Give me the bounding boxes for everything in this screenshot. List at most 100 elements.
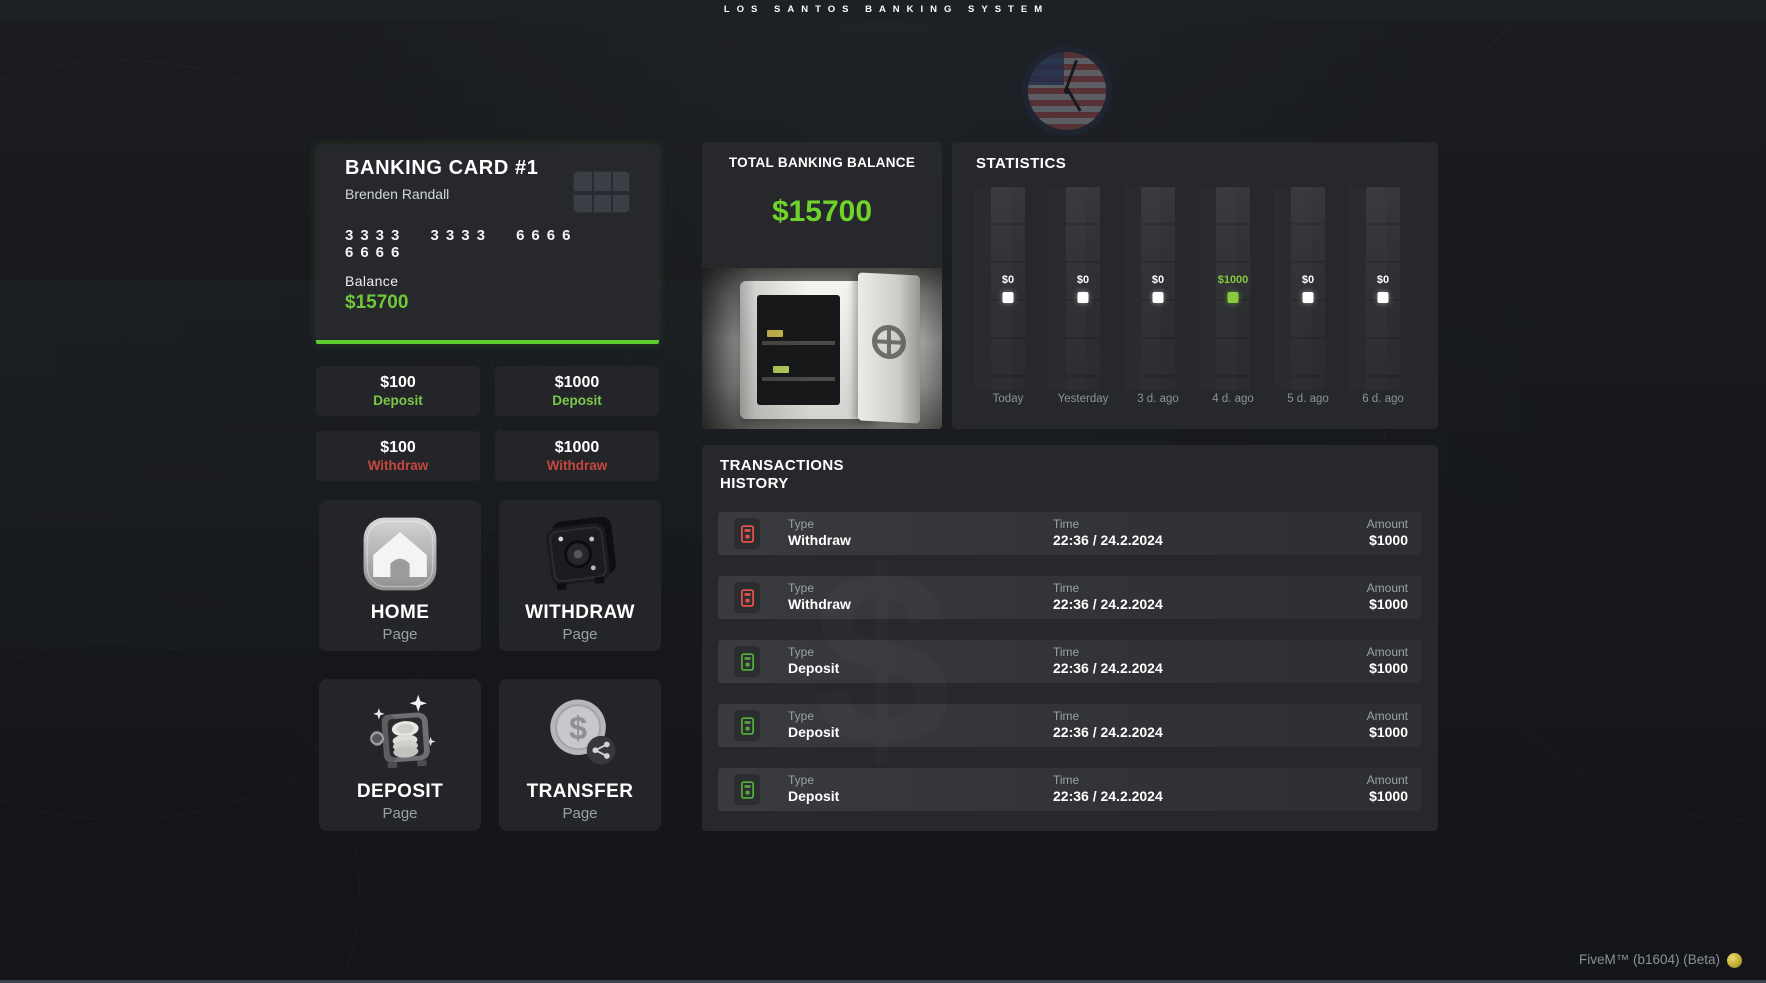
stat-marker bbox=[1378, 292, 1389, 303]
amount-value: $1000 bbox=[1369, 724, 1408, 740]
type-value: Deposit bbox=[788, 660, 839, 676]
stat-marker bbox=[1003, 292, 1014, 303]
nav-transfer-card[interactable]: $ TRANSFER Page bbox=[499, 679, 661, 831]
stat-category-label: Yesterday bbox=[1058, 393, 1109, 405]
stat-value-label: $0 bbox=[1077, 274, 1089, 286]
stat-marker bbox=[1078, 292, 1089, 303]
home-icon bbox=[354, 508, 446, 600]
time-value: 22:36 / 24.2.2024 bbox=[1053, 788, 1163, 804]
withdraw-1000-button[interactable]: $1000 Withdraw bbox=[495, 431, 659, 481]
card-balance-value: $15700 bbox=[345, 292, 408, 314]
fivem-emoji-icon bbox=[1727, 953, 1742, 968]
nav-home-card[interactable]: HOME Page bbox=[319, 500, 481, 651]
transactions-title: TRANSACTIONS HISTORY bbox=[720, 457, 844, 493]
safe-closed-icon bbox=[534, 508, 626, 600]
stat-value-label: $0 bbox=[1002, 274, 1014, 286]
amount-value: $1000 bbox=[1369, 532, 1408, 548]
wall-clock-decoration bbox=[1022, 46, 1112, 136]
stat-bar-track bbox=[1366, 187, 1400, 390]
amount-label: Amount bbox=[1367, 581, 1408, 595]
amount-value: $1000 bbox=[1369, 660, 1408, 676]
type-value: Withdraw bbox=[788, 596, 851, 612]
stat-bar-track bbox=[1216, 187, 1250, 390]
stat-marker bbox=[1228, 292, 1239, 303]
withdraw-atm-icon bbox=[734, 582, 760, 613]
transaction-row: TypeDeposit Time22:36 / 24.2.2024 Amount… bbox=[718, 640, 1422, 683]
nav-title: WITHDRAW bbox=[499, 602, 661, 624]
button-action-label: Deposit bbox=[373, 393, 423, 408]
time-value: 22:36 / 24.2.2024 bbox=[1053, 532, 1163, 548]
app-title: LOS SANTOS BANKING SYSTEM bbox=[717, 4, 1049, 15]
transaction-row: TypeDeposit Time22:36 / 24.2.2024 Amount… bbox=[718, 704, 1422, 747]
time-value: 22:36 / 24.2.2024 bbox=[1053, 724, 1163, 740]
stat-column-6d-ago: $0 6 d. ago bbox=[1366, 187, 1400, 417]
card-number: 3333 3333 6666 6666 bbox=[345, 227, 659, 261]
stat-marker bbox=[1303, 292, 1314, 303]
nav-withdraw-card[interactable]: WITHDRAW Page bbox=[499, 500, 661, 651]
time-label: Time bbox=[1053, 773, 1163, 787]
type-label: Type bbox=[788, 709, 839, 723]
stat-bar-track bbox=[991, 187, 1025, 390]
total-balance-panel: TOTAL BANKING BALANCE $15700 bbox=[702, 142, 942, 429]
stat-value-label: $0 bbox=[1377, 274, 1389, 286]
withdraw-atm-icon bbox=[734, 518, 760, 549]
stat-category-label: 4 d. ago bbox=[1212, 393, 1254, 405]
total-balance-amount: $15700 bbox=[702, 195, 942, 229]
type-label: Type bbox=[788, 773, 839, 787]
fivem-watermark: FiveM™ (b1604) (Beta) bbox=[1579, 952, 1720, 967]
withdraw-100-button[interactable]: $100 Withdraw bbox=[316, 431, 480, 481]
time-label: Time bbox=[1053, 517, 1163, 531]
statistics-panel: STATISTICS $0 Today $0 Yesterday $0 3 d.… bbox=[952, 142, 1438, 429]
vault-wheel-handle bbox=[872, 325, 906, 361]
deposit-1000-button[interactable]: $1000 Deposit bbox=[495, 366, 659, 416]
clock-center-pin bbox=[1064, 88, 1070, 94]
nav-title: DEPOSIT bbox=[319, 781, 481, 803]
chart-background-bands bbox=[974, 187, 1416, 390]
button-amount: $1000 bbox=[555, 439, 600, 457]
deposit-atm-icon bbox=[734, 774, 760, 805]
time-value: 22:36 / 24.2.2024 bbox=[1053, 596, 1163, 612]
transaction-row: TypeWithdraw Time22:36 / 24.2.2024 Amoun… bbox=[718, 576, 1422, 619]
stat-category-label: 5 d. ago bbox=[1287, 393, 1329, 405]
button-action-label: Withdraw bbox=[368, 458, 429, 473]
deposit-atm-icon bbox=[734, 710, 760, 741]
amount-label: Amount bbox=[1367, 645, 1408, 659]
amount-value: $1000 bbox=[1369, 788, 1408, 804]
button-action-label: Withdraw bbox=[547, 458, 608, 473]
stat-marker bbox=[1153, 292, 1164, 303]
time-label: Time bbox=[1053, 645, 1163, 659]
banking-app-screen: LOS SANTOS BANKING SYSTEM BANKING CARD #… bbox=[0, 0, 1766, 983]
stat-value-label: $1000 bbox=[1218, 274, 1249, 286]
transactions-panel: $ TRANSACTIONS HISTORY TypeWithdraw Time… bbox=[702, 445, 1438, 831]
deposit-100-button[interactable]: $100 Deposit bbox=[316, 366, 480, 416]
card-chip-icon bbox=[573, 171, 630, 213]
nav-subtitle: Page bbox=[499, 805, 661, 822]
stat-category-label: 3 d. ago bbox=[1137, 393, 1179, 405]
card-title: BANKING CARD #1 bbox=[345, 157, 538, 180]
type-value: Withdraw bbox=[788, 532, 851, 548]
type-value: Deposit bbox=[788, 788, 839, 804]
vault-door bbox=[858, 273, 920, 424]
top-title-bar: LOS SANTOS BANKING SYSTEM bbox=[0, 0, 1766, 19]
safe-open-coins-icon bbox=[354, 687, 446, 779]
button-amount: $1000 bbox=[555, 374, 600, 392]
transaction-row: TypeWithdraw Time22:36 / 24.2.2024 Amoun… bbox=[718, 512, 1422, 555]
nav-deposit-card[interactable]: DEPOSIT Page bbox=[319, 679, 481, 831]
deposit-atm-icon bbox=[734, 646, 760, 677]
time-value: 22:36 / 24.2.2024 bbox=[1053, 660, 1163, 676]
stat-column-yesterday: $0 Yesterday bbox=[1066, 187, 1100, 417]
amount-label: Amount bbox=[1367, 517, 1408, 531]
stat-category-label: 6 d. ago bbox=[1362, 393, 1404, 405]
vault-body bbox=[740, 281, 874, 419]
time-label: Time bbox=[1053, 581, 1163, 595]
stat-column-3d-ago: $0 3 d. ago bbox=[1141, 187, 1175, 417]
clock-flag-canton bbox=[1028, 52, 1064, 85]
banking-card-panel: BANKING CARD #1 Brenden Randall 3333 333… bbox=[316, 145, 659, 344]
button-action-label: Deposit bbox=[552, 393, 602, 408]
button-amount: $100 bbox=[380, 439, 416, 457]
stat-bar-track bbox=[1291, 187, 1325, 390]
statistics-title: STATISTICS bbox=[976, 155, 1066, 172]
transactions-title-line2: HISTORY bbox=[720, 475, 844, 493]
time-label: Time bbox=[1053, 709, 1163, 723]
stat-bar-track bbox=[1066, 187, 1100, 390]
